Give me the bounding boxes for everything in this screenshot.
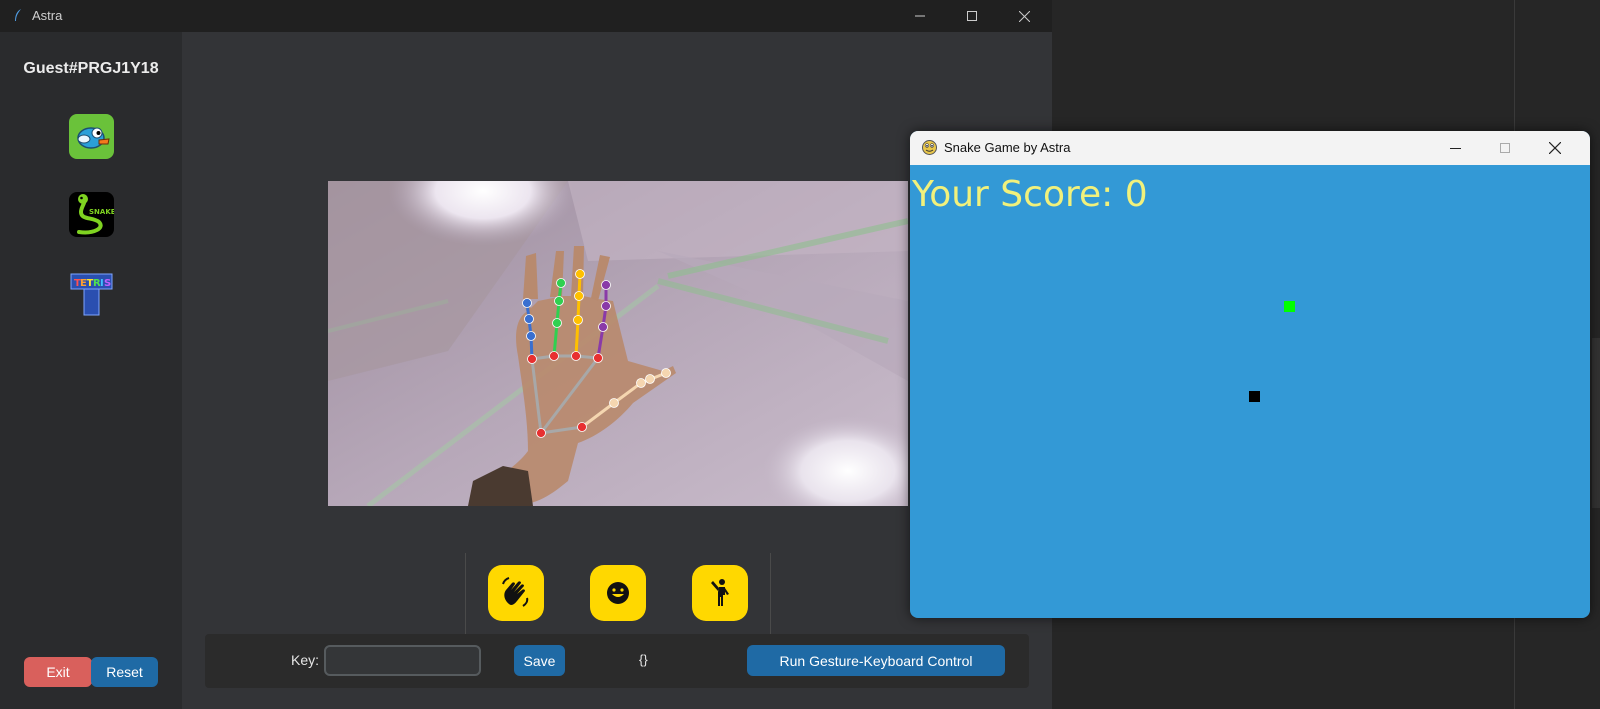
close-button[interactable] — [999, 0, 1049, 32]
person-gesture-icon — [711, 579, 729, 606]
snake-game-icon[interactable]: SNAKE — [69, 192, 114, 237]
snake-maximize-button[interactable] — [1480, 131, 1530, 165]
hand-tracking-view — [328, 181, 908, 506]
score-display: Your Score: 0 — [912, 174, 1148, 215]
smiley-face-icon — [607, 582, 629, 604]
maximize-button[interactable] — [947, 0, 997, 32]
wave-hand-icon — [502, 577, 529, 607]
minimize-icon — [1449, 147, 1461, 149]
window-title: Astra — [32, 8, 63, 23]
sidebar: Guest#PRGJ1Y18 SNAKE T E T R I S Exit — [0, 32, 182, 709]
close-icon — [1018, 10, 1030, 22]
pygame-snake-icon — [922, 140, 937, 155]
flappy-bird-glyph — [77, 127, 110, 149]
feather-icon — [15, 9, 21, 21]
maximize-icon — [967, 11, 977, 21]
save-button[interactable]: Save — [514, 645, 565, 676]
wave-gesture-button[interactable] — [488, 565, 544, 621]
snake-game-glyph: SNAKE — [77, 194, 114, 235]
snake-head — [1249, 391, 1260, 402]
person-gesture-button[interactable] — [692, 565, 748, 621]
background-window-edge — [1592, 338, 1600, 508]
gesture-panel — [465, 553, 771, 635]
username-label: Guest#PRGJ1Y18 — [23, 60, 159, 77]
reset-button[interactable]: Reset — [91, 657, 158, 687]
snake-title-bar: Snake Game by Astra — [910, 131, 1590, 165]
key-label: Key: — [291, 652, 320, 668]
flappy-bird-icon[interactable] — [69, 114, 114, 159]
minimize-icon — [915, 15, 925, 17]
smile-gesture-button[interactable] — [590, 565, 646, 621]
exit-button[interactable]: Exit — [24, 657, 92, 687]
key-mapping-display: {} — [639, 652, 648, 667]
close-icon — [1549, 142, 1561, 154]
key-mapping-bar: Key: Save {} Run Gesture-Keyboard Contro… — [205, 634, 1029, 688]
run-gesture-control-button[interactable]: Run Gesture-Keyboard Control — [747, 645, 1005, 676]
svg-text:SNAKE: SNAKE — [89, 208, 114, 216]
camera-feed — [328, 181, 908, 506]
key-input[interactable] — [324, 645, 481, 676]
maximize-icon — [1500, 143, 1510, 153]
snake-food — [1284, 301, 1295, 312]
title-bar: Astra — [0, 0, 1052, 32]
tetris-glyph: T E T R I S — [70, 273, 113, 316]
astra-window: Astra Guest#PRGJ1Y18 SNAKE T E T R I S E… — [0, 0, 1052, 709]
snake-close-button[interactable] — [1530, 131, 1580, 165]
minimize-button[interactable] — [895, 0, 945, 32]
tetris-icon[interactable]: T E T R I S — [69, 272, 114, 317]
svg-text:S: S — [104, 278, 111, 289]
snake-minimize-button[interactable] — [1430, 131, 1480, 165]
snake-window-title: Snake Game by Astra — [944, 140, 1071, 155]
snake-game-window: Snake Game by Astra Your Score: 0 — [910, 131, 1590, 618]
